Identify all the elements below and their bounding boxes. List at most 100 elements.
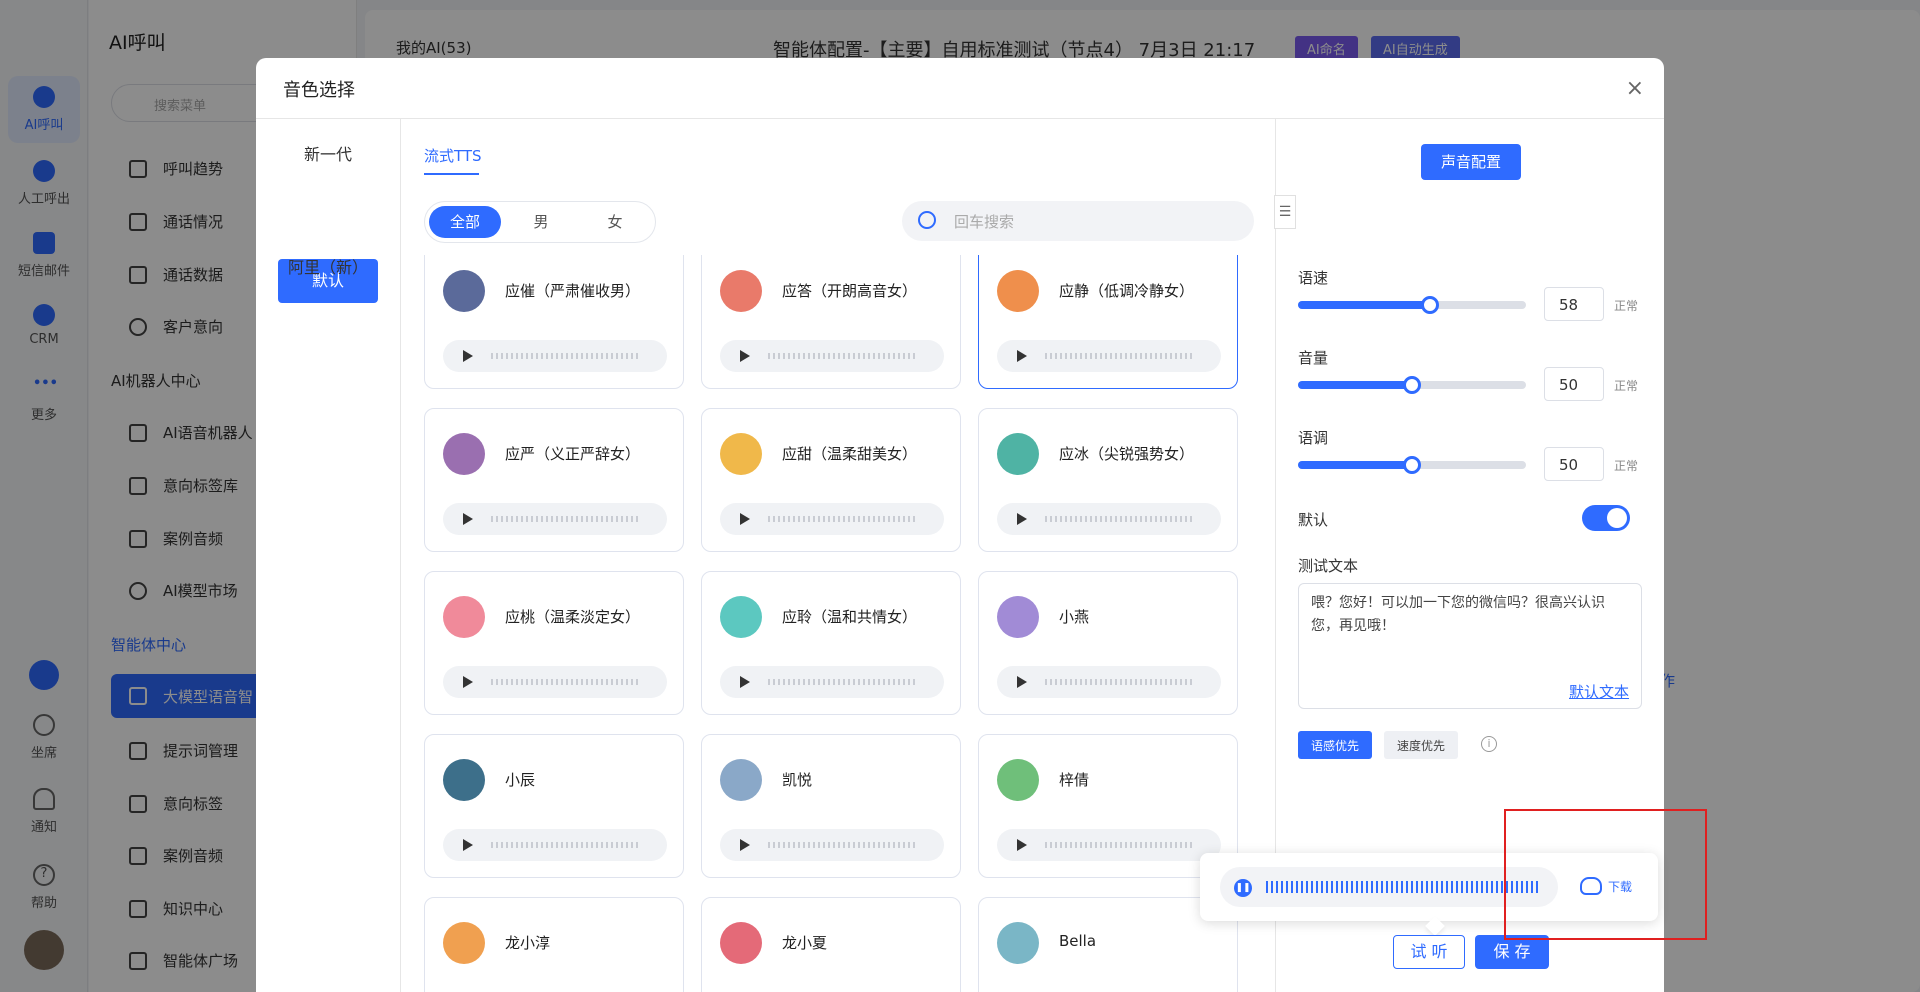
- collapse-icon[interactable]: ☰: [1274, 195, 1296, 229]
- voice-card[interactable]: 龙小淳: [424, 897, 684, 992]
- speed-input[interactable]: 58: [1544, 287, 1604, 321]
- voice-name: 应聆（温和共情女）: [782, 608, 918, 626]
- test-text-label: 测试文本: [1298, 557, 1359, 575]
- filter-male[interactable]: 男: [505, 206, 577, 238]
- voice-list-panel: 流式TTS 全部 男 女 回车搜索 应催（严肃催收男） 应答（开朗高音女） 应静（低…: [402, 119, 1275, 992]
- default-text-link[interactable]: 默认文本: [1569, 681, 1629, 702]
- voice-audio-player[interactable]: [443, 340, 667, 372]
- voice-avatar: [997, 759, 1039, 801]
- play-icon[interactable]: [1017, 513, 1027, 525]
- voice-search-input[interactable]: 回车搜索: [902, 201, 1254, 241]
- voice-card[interactable]: 应答（开朗高音女）: [701, 255, 961, 389]
- pitch-normal-label: 正常: [1614, 459, 1639, 473]
- default-toggle[interactable]: [1582, 505, 1630, 531]
- category-new-gen[interactable]: 新一代: [278, 133, 378, 177]
- voice-card[interactable]: 凯悦: [701, 734, 961, 878]
- voice-name: 龙小夏: [782, 934, 828, 952]
- try-listen-button[interactable]: 试 听: [1393, 935, 1465, 969]
- voice-card[interactable]: 应聆（温和共情女）: [701, 571, 961, 715]
- save-button[interactable]: 保 存: [1475, 935, 1549, 969]
- voice-card[interactable]: 应甜（温柔甜美女）: [701, 408, 961, 552]
- slider-handle[interactable]: [1403, 456, 1421, 474]
- voice-avatar: [997, 433, 1039, 475]
- filter-female[interactable]: 女: [579, 206, 651, 238]
- voice-avatar: [720, 433, 762, 475]
- slider-handle[interactable]: [1421, 296, 1440, 314]
- play-icon[interactable]: [740, 676, 750, 688]
- speed-slider[interactable]: [1298, 296, 1526, 314]
- filter-all[interactable]: 全部: [429, 206, 501, 238]
- pitch-label: 语调: [1298, 429, 1329, 447]
- voice-audio-player[interactable]: [997, 666, 1221, 698]
- search-icon: [918, 211, 936, 229]
- info-icon[interactable]: i: [1481, 736, 1497, 752]
- play-icon[interactable]: [463, 676, 473, 688]
- voice-card[interactable]: 应催（严肃催收男）: [424, 255, 684, 389]
- pitch-input[interactable]: 50: [1544, 447, 1604, 481]
- volume-slider[interactable]: [1298, 376, 1526, 394]
- play-icon[interactable]: [1017, 350, 1027, 362]
- voice-name: 小辰: [505, 771, 536, 789]
- voice-avatar: [997, 596, 1039, 638]
- play-icon[interactable]: [740, 350, 750, 362]
- voice-audio-player[interactable]: [720, 666, 944, 698]
- voice-avatar: [443, 759, 485, 801]
- play-icon[interactable]: [463, 839, 473, 851]
- waveform: [491, 353, 641, 359]
- speed-label: 语速: [1298, 269, 1329, 287]
- waveform: [768, 516, 918, 522]
- play-icon[interactable]: [1017, 839, 1027, 851]
- voice-avatar: [720, 596, 762, 638]
- voice-audio-player[interactable]: [720, 340, 944, 372]
- waveform: [1266, 881, 1538, 893]
- voice-avatar: [443, 596, 485, 638]
- voice-name: 应甜（温柔甜美女）: [782, 445, 918, 463]
- slider-fill: [1298, 301, 1431, 309]
- play-icon[interactable]: [740, 513, 750, 525]
- play-icon[interactable]: [463, 513, 473, 525]
- voice-card[interactable]: Bella: [978, 897, 1238, 992]
- waveform: [1045, 353, 1195, 359]
- voice-audio-player[interactable]: [443, 503, 667, 535]
- play-icon[interactable]: [740, 839, 750, 851]
- pause-icon[interactable]: ❚❚: [1234, 879, 1252, 897]
- default-label: 默认: [1298, 511, 1329, 529]
- voice-card[interactable]: 梓倩: [978, 734, 1238, 878]
- voice-card[interactable]: 应冰（尖锐强势女）: [978, 408, 1238, 552]
- voice-card[interactable]: 龙小夏: [701, 897, 961, 992]
- voice-name: 应冰（尖锐强势女）: [1059, 445, 1195, 463]
- play-icon[interactable]: [463, 350, 473, 362]
- waveform: [491, 516, 641, 522]
- waveform: [1045, 516, 1195, 522]
- voice-card[interactable]: 应静（低调冷静女）: [978, 255, 1238, 389]
- voice-audio-player[interactable]: [443, 829, 667, 861]
- voice-avatar: [720, 922, 762, 964]
- voice-audio-player[interactable]: [720, 829, 944, 861]
- volume-input[interactable]: 50: [1544, 367, 1604, 401]
- tab-stream-tts[interactable]: 流式TTS: [424, 145, 482, 166]
- slider-handle[interactable]: [1403, 376, 1421, 394]
- voice-avatar: [720, 759, 762, 801]
- pitch-slider[interactable]: [1298, 456, 1526, 474]
- voice-name: 应严（义正严辞女）: [505, 445, 641, 463]
- close-icon[interactable]: ×: [1626, 76, 1644, 101]
- category-ali[interactable]: 阿里（新）: [278, 246, 378, 290]
- voice-category-list: 新一代 默认 阿里（新）: [256, 119, 401, 992]
- voice-card[interactable]: 小燕: [978, 571, 1238, 715]
- voice-audio-player[interactable]: [443, 666, 667, 698]
- voice-name: 小燕: [1059, 608, 1090, 626]
- voice-audio-player[interactable]: [997, 503, 1221, 535]
- mode-speed-button[interactable]: 速度优先: [1384, 731, 1459, 759]
- voice-name: 凯悦: [782, 771, 813, 789]
- play-icon[interactable]: [1017, 676, 1027, 688]
- speed-normal-label: 正常: [1614, 299, 1639, 313]
- mode-quality-button[interactable]: 语感优先: [1298, 731, 1373, 759]
- voice-audio-player[interactable]: [997, 829, 1221, 861]
- voice-config-button[interactable]: 声音配置: [1421, 144, 1521, 180]
- voice-card[interactable]: 应严（义正严辞女）: [424, 408, 684, 552]
- voice-audio-player[interactable]: [720, 503, 944, 535]
- voice-card[interactable]: 小辰: [424, 734, 684, 878]
- voice-card[interactable]: 应桃（温柔淡定女）: [424, 571, 684, 715]
- volume-label: 音量: [1298, 349, 1329, 367]
- voice-audio-player[interactable]: [997, 340, 1221, 372]
